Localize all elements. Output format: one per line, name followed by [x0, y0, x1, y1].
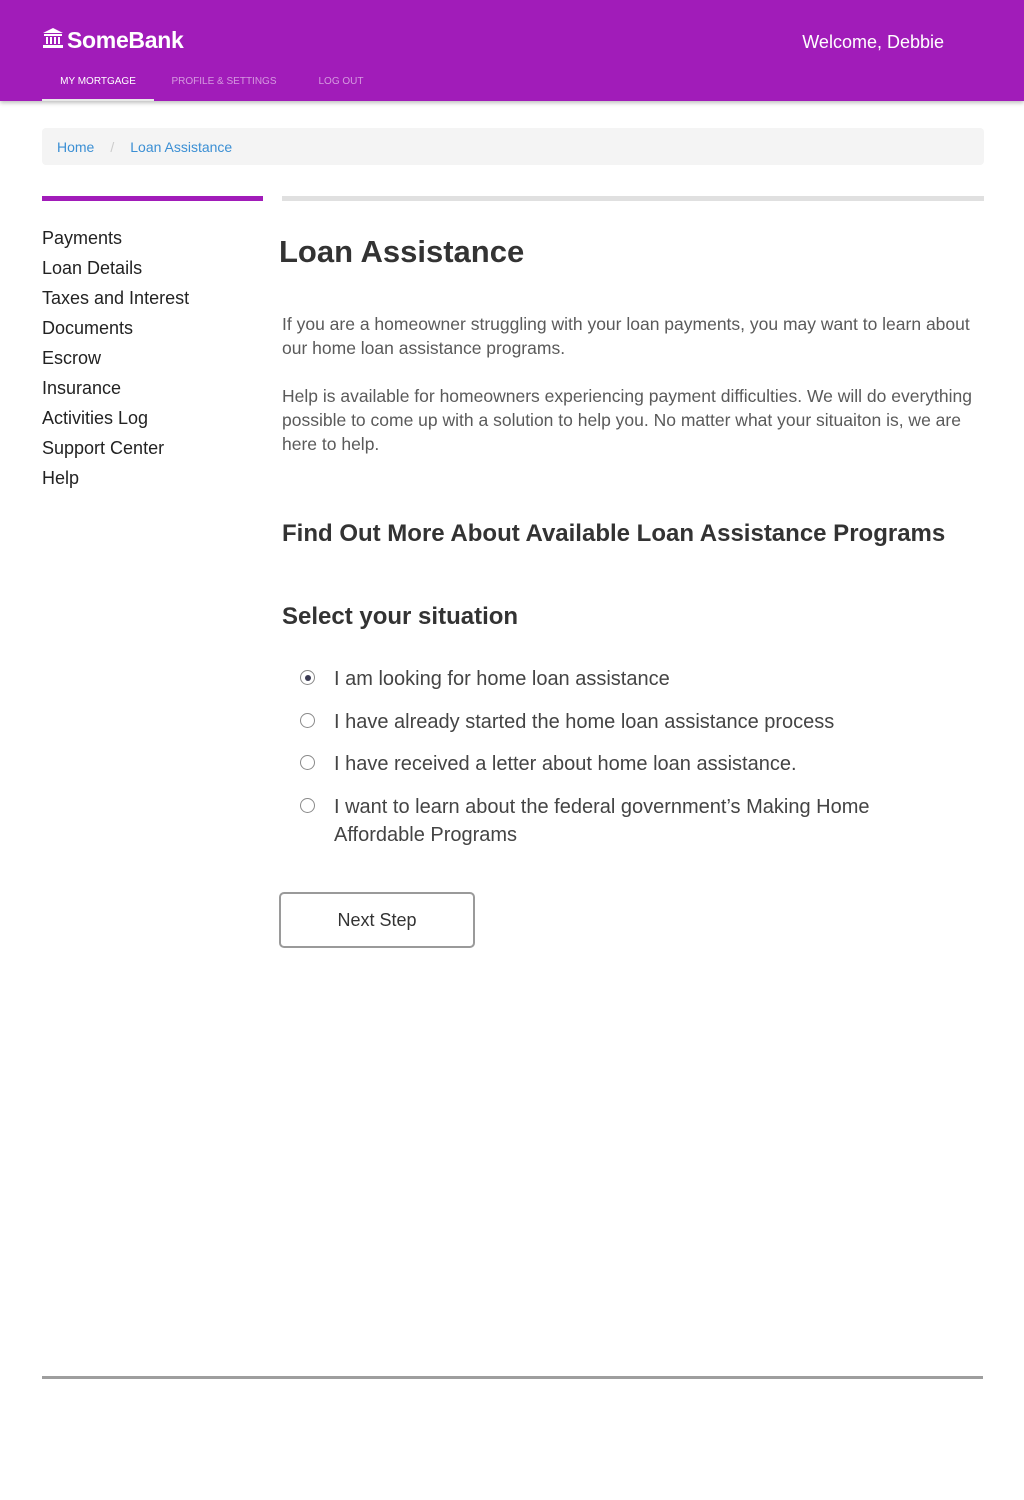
situation-option-letter[interactable]: I have received a letter about home loan… [300, 750, 940, 778]
radio-button[interactable] [300, 713, 315, 728]
logo[interactable]: SomeBank [42, 26, 184, 54]
sidebar-item-documents[interactable]: Documents [42, 315, 263, 345]
sidebar-item-help[interactable]: Help [42, 465, 263, 495]
sidebar-item-payments[interactable]: Payments [42, 225, 263, 255]
sidebar-item-taxes-and-interest[interactable]: Taxes and Interest [42, 285, 263, 315]
sidebar-item-insurance[interactable]: Insurance [42, 375, 263, 405]
breadcrumb-loan-assistance[interactable]: Loan Assistance [130, 139, 232, 155]
radio-button[interactable] [300, 670, 315, 685]
tab-my-mortgage[interactable]: My Mortgage [42, 76, 154, 101]
sidebar-item-activities-log[interactable]: Activities Log [42, 405, 263, 435]
logo-text: SomeBank [67, 26, 184, 53]
page-title: Loan Assistance [279, 234, 525, 269]
footer-divider [42, 1376, 983, 1379]
sidebar-item-escrow[interactable]: Escrow [42, 345, 263, 375]
sidebar-nav: Payments Loan Details Taxes and Interest… [42, 225, 263, 495]
top-header: SomeBank Welcome, Debbie My Mortgage Pro… [0, 0, 1024, 101]
intro-paragraph: If you are a homeowner struggling with y… [282, 314, 970, 358]
option-label: I have already started the home loan ass… [334, 711, 835, 733]
tab-profile-settings[interactable]: Profile & Settings [170, 76, 278, 101]
main-divider-bar [282, 196, 984, 201]
tab-log-out[interactable]: Log Out [310, 76, 372, 101]
breadcrumb-home[interactable]: Home [57, 139, 94, 155]
breadcrumb: Home / Loan Assistance [42, 128, 984, 165]
bank-icon [42, 27, 67, 54]
situation-option-learn-federal[interactable]: I want to learn about the federal govern… [300, 793, 940, 849]
sidebar-item-loan-details[interactable]: Loan Details [42, 255, 263, 285]
radio-button[interactable] [300, 755, 315, 770]
next-step-button[interactable]: Next Step [279, 892, 475, 948]
situation-option-started[interactable]: I have already started the home loan ass… [300, 708, 940, 736]
situation-option-looking[interactable]: I am looking for home loan assistance [300, 665, 940, 693]
option-label: I want to learn about the federal govern… [334, 796, 870, 846]
programs-heading: Find Out More About Available Loan Assis… [282, 520, 946, 547]
sidebar-accent-bar [42, 196, 263, 201]
breadcrumb-separator: / [110, 138, 115, 155]
option-label: I am looking for home loan assistance [334, 668, 670, 690]
sidebar-item-support-center[interactable]: Support Center [42, 435, 263, 465]
option-label: I have received a letter about home loan… [334, 753, 797, 775]
situation-label: Select your situation [282, 603, 519, 630]
help-paragraph: Help is available for homeowners experie… [282, 386, 972, 454]
radio-button[interactable] [300, 798, 315, 813]
welcome-message: Welcome, Debbie [802, 32, 944, 52]
